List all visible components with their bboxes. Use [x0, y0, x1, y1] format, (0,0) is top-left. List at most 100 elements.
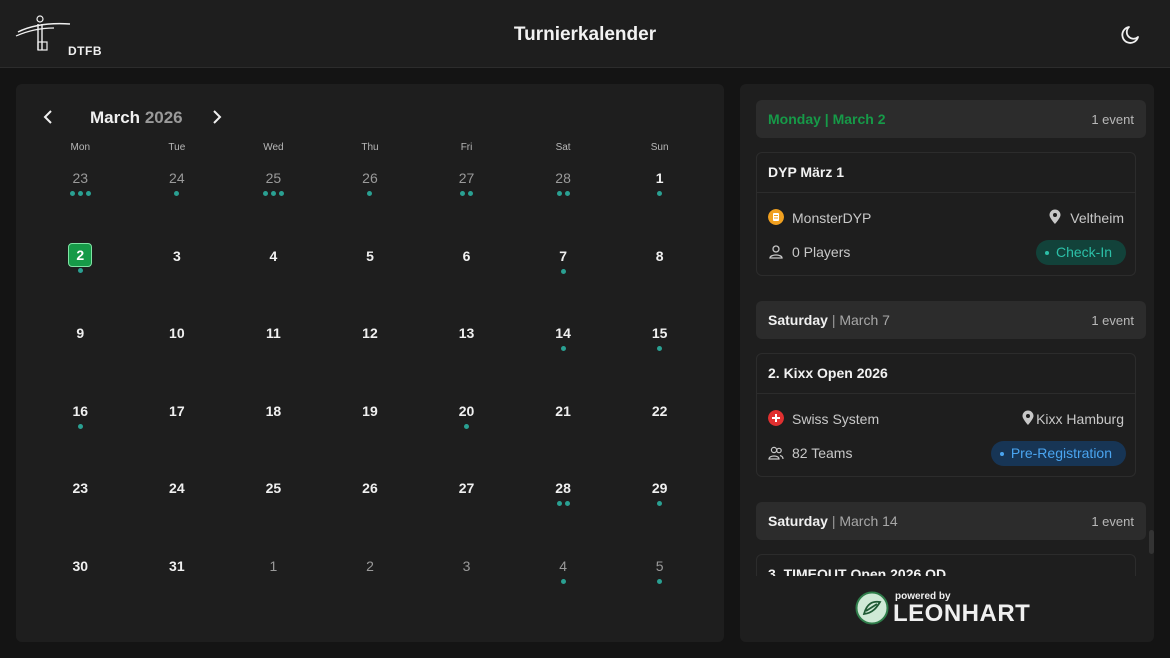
calendar-day[interactable]: 22 [611, 395, 708, 473]
calendar-day[interactable]: 3 [418, 550, 515, 628]
calendar-day[interactable]: 17 [129, 395, 226, 473]
calendar-day[interactable]: 21 [515, 395, 612, 473]
calendar-day[interactable]: 26 [322, 472, 419, 550]
date-value: March 2 [832, 111, 886, 127]
calendar-day[interactable]: 25 [225, 162, 322, 240]
day-number: 15 [651, 325, 668, 341]
previous-month-button[interactable] [40, 106, 58, 128]
chevron-right-icon [213, 110, 222, 124]
calendar-day[interactable]: 6 [418, 240, 515, 318]
calendar-day[interactable]: 12 [322, 317, 419, 395]
day-number: 24 [169, 480, 185, 496]
calendar-day-selected[interactable]: 2 [32, 240, 129, 318]
calendar-day[interactable]: 5 [322, 240, 419, 318]
event-location: Veltheim [1070, 210, 1124, 226]
date-value: March 7 [839, 312, 890, 328]
calendar-day[interactable]: 4 [225, 240, 322, 318]
next-month-button[interactable] [207, 106, 225, 128]
calendar-day[interactable]: 25 [225, 472, 322, 550]
event-dot [460, 191, 466, 196]
date-header: Monday | March 2 1 event [756, 100, 1146, 138]
event-card[interactable]: 3. TIMEOUT Open 2026 OD [756, 554, 1136, 576]
day-number: 25 [265, 170, 282, 186]
top-bar: DTFB Turnierkalender [0, 0, 1170, 68]
calendar-day[interactable]: 24 [129, 472, 226, 550]
date-header-label: Saturday | March 7 [768, 312, 890, 328]
calendar-day[interactable]: 23 [32, 162, 129, 240]
event-dot [560, 578, 566, 584]
calendar-day[interactable]: 2 [322, 550, 419, 628]
event-dot [278, 191, 284, 196]
location-pin-icon [1049, 209, 1061, 224]
day-number: 28 [555, 480, 571, 496]
event-indicators [367, 191, 373, 197]
day-number: 20 [458, 402, 475, 419]
calendar-day[interactable]: 28 [515, 162, 612, 240]
calendar-day[interactable]: 30 [32, 550, 129, 628]
calendar-day[interactable]: 1 [225, 550, 322, 628]
day-number: 24 [169, 170, 185, 186]
date-header-label: Saturday | March 14 [768, 513, 898, 529]
day-number: 16 [72, 402, 89, 419]
calendar-day[interactable]: 31 [129, 550, 226, 628]
calendar-day[interactable]: 18 [225, 395, 322, 473]
calendar-day[interactable]: 3 [129, 240, 226, 318]
calendar-day[interactable]: 11 [225, 317, 322, 395]
calendar-day[interactable]: 7 [515, 240, 612, 318]
calendar-day[interactable]: 29 [611, 472, 708, 550]
calendar-day[interactable]: 5 [611, 550, 708, 628]
calendar-day[interactable]: 1 [611, 162, 708, 240]
event-card[interactable]: DYP März 1 MonsterDYP Veltheim 0 Players… [756, 152, 1136, 276]
event-list-scrollbar[interactable] [1149, 530, 1154, 554]
calendar-day[interactable]: 16 [32, 395, 129, 473]
day-number: 29 [651, 480, 668, 496]
day-number: 30 [72, 557, 89, 574]
weekday-label: Wed [263, 142, 284, 153]
event-indicators [77, 423, 83, 430]
calendar-day[interactable]: 26 [322, 162, 419, 240]
event-indicators [174, 191, 180, 197]
event-indicators [464, 423, 470, 430]
event-count: 1 event [1091, 313, 1134, 328]
calendar-day[interactable]: 24 [129, 162, 226, 240]
calendar-day[interactable]: 20 [418, 395, 515, 473]
event-card[interactable]: 2. Kixx Open 2026 Swiss System Kixx Hamb… [756, 353, 1136, 477]
calendar-day[interactable]: 15 [611, 317, 708, 395]
calendar-day[interactable]: 14 [515, 317, 612, 395]
weekday-label: Thu [361, 142, 379, 153]
calendar-day[interactable]: 10 [129, 317, 226, 395]
weekday-header: Mon Tue Wed Thu Fri Sat Sun [32, 142, 708, 153]
event-list[interactable]: Monday | March 2 1 event DYP März 1 Mons… [756, 100, 1146, 576]
status-badge: Pre-Registration [990, 441, 1126, 466]
day-number: 18 [265, 402, 282, 419]
calendar-day[interactable]: 13 [418, 317, 515, 395]
calendar-day[interactable]: 27 [418, 162, 515, 240]
day-number: 23 [72, 480, 89, 496]
event-dot [556, 191, 562, 196]
calendar-day[interactable]: 23 [32, 472, 129, 550]
calendar-day[interactable]: 19 [322, 395, 419, 473]
day-number: 22 [651, 402, 668, 419]
leonhart-logo-icon [855, 591, 889, 625]
calendar-day[interactable]: 28 [515, 472, 612, 550]
day-number: 10 [169, 325, 185, 341]
tournament-type: MonsterDYP [792, 210, 872, 226]
events-panel: Monday | March 2 1 event DYP März 1 Mons… [740, 84, 1154, 642]
day-number: 26 [362, 480, 378, 496]
logo-text: DTFB [68, 44, 102, 58]
day-number: 1 [269, 557, 278, 574]
event-dot [564, 501, 570, 506]
calendar-day[interactable]: 9 [32, 317, 129, 395]
powered-by-leonhart[interactable]: powered by LEONHART [855, 590, 1045, 627]
brand-name: LEONHART [893, 600, 1031, 627]
weekday-label: Mon [70, 142, 90, 153]
date-header-label: Monday | March 2 [768, 111, 886, 127]
calendar-day[interactable]: 27 [418, 472, 515, 550]
event-dot [468, 191, 474, 196]
calendar-day[interactable]: 8 [611, 240, 708, 318]
event-title: DYP März 1 [768, 164, 844, 180]
calendar-day[interactable]: 4 [515, 550, 612, 628]
date-separator: | [831, 513, 836, 529]
theme-toggle-button[interactable] [1116, 22, 1144, 50]
event-dot [85, 191, 91, 196]
